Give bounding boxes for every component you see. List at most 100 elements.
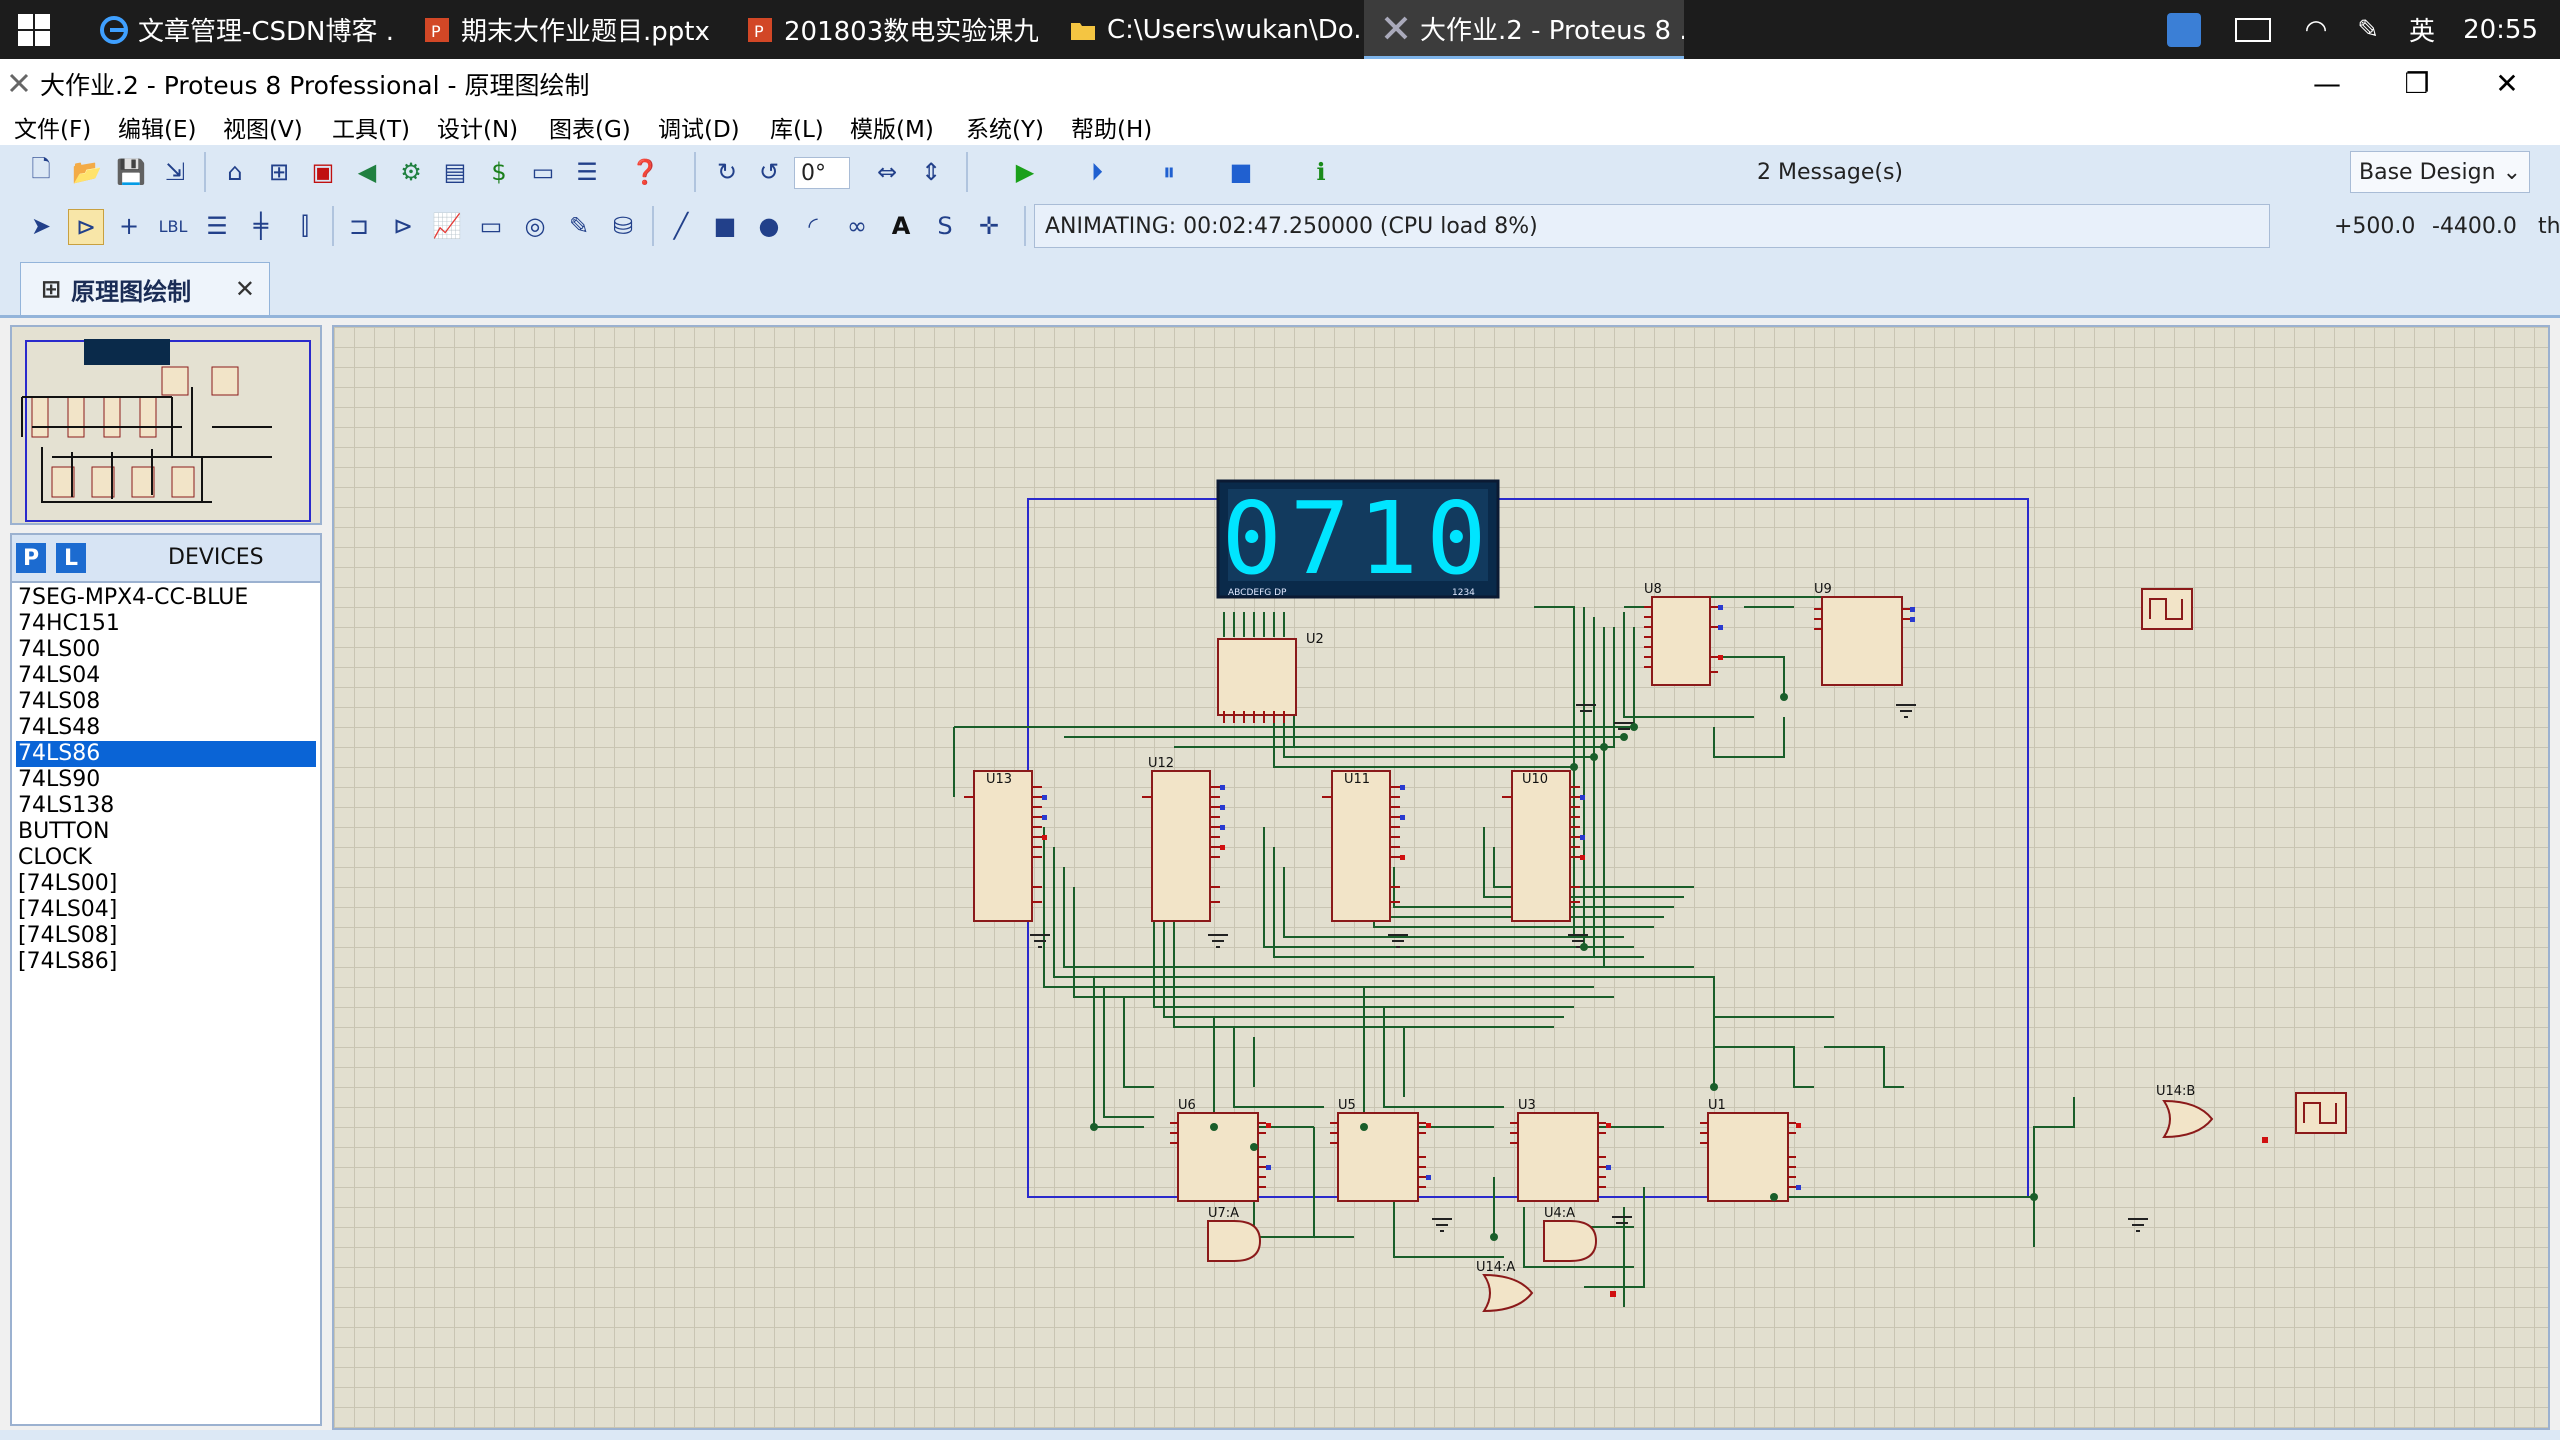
display-digits: 0710 (1222, 480, 1495, 597)
generator-icon[interactable]: ◎ (518, 209, 552, 243)
list-item[interactable]: [74LS08] (16, 923, 316, 949)
mirror-vertical-icon[interactable]: ⇕ (914, 155, 948, 189)
list-item[interactable]: BUTTON (16, 819, 316, 845)
pause-icon[interactable]: ⏸ (1152, 155, 1186, 189)
menu-system[interactable]: 系统(Y) (966, 110, 1044, 144)
menu-graph[interactable]: 图表(G) (549, 110, 631, 144)
terminal-icon[interactable]: ⊐ (342, 209, 376, 243)
help-icon[interactable]: ❓ (628, 155, 662, 189)
menu-template[interactable]: 模版(M) (850, 110, 934, 144)
circle-icon[interactable]: ● (752, 209, 786, 243)
library-manager-button[interactable]: L (56, 543, 86, 573)
junction-icon[interactable]: + (112, 209, 146, 243)
menu-debug[interactable]: 调试(D) (658, 110, 740, 144)
overview-window[interactable] (10, 325, 322, 525)
open-folder-icon[interactable]: 📂 (70, 155, 104, 189)
taskbar-item-pptx-1[interactable]: P 期末大作业题目.pptx ... (405, 0, 715, 59)
list-item[interactable]: 74LS138 (16, 793, 316, 819)
rotate-ccw-icon[interactable]: ↺ (752, 155, 786, 189)
menu-view[interactable]: 视图(V) (223, 110, 303, 144)
battery-icon[interactable] (2234, 17, 2271, 42)
tape-icon[interactable]: ▭ (474, 209, 508, 243)
list-item[interactable]: [74LS04] (16, 897, 316, 923)
import-icon[interactable]: ⇲ (158, 155, 192, 189)
list-item[interactable]: 74LS48 (16, 715, 316, 741)
list-item-selected[interactable]: 74LS86 (16, 741, 316, 767)
design-select[interactable]: Base Design ⌄ (2350, 151, 2530, 193)
list-item[interactable]: 74LS00 (16, 637, 316, 663)
tab-schematic[interactable]: ⊞ 原理图绘制 ✕ (20, 262, 270, 315)
subcircuit-icon[interactable]: ⫿ (288, 209, 322, 243)
list-item[interactable]: 74LS04 (16, 663, 316, 689)
probe-icon[interactable]: ✎ (562, 209, 596, 243)
bom-icon[interactable]: $ (482, 155, 516, 189)
graph-icon[interactable]: 📈 (430, 209, 464, 243)
menu-edit[interactable]: 编辑(E) (118, 110, 196, 144)
3d-view-icon[interactable]: ◀ (350, 155, 384, 189)
line-icon[interactable]: ╱ (664, 209, 698, 243)
svg-text:U14:B: U14:B (2156, 1084, 2195, 1099)
path-icon[interactable]: ∞ (840, 209, 874, 243)
list-item[interactable]: [74LS00] (16, 871, 316, 897)
notes-icon[interactable]: ☰ (570, 155, 604, 189)
notification-icon[interactable] (2166, 12, 2201, 47)
marker-icon[interactable]: ✛ (972, 209, 1006, 243)
clock[interactable]: 20:55 (2463, 15, 2538, 45)
box-icon[interactable]: ■ (708, 209, 742, 243)
minimize-button[interactable]: — (2282, 59, 2372, 107)
list-item[interactable]: 74LS90 (16, 767, 316, 793)
select-arrow-icon[interactable]: ➤ (24, 209, 58, 243)
menu-help[interactable]: 帮助(H) (1071, 110, 1152, 144)
restore-button[interactable]: ❐ (2372, 59, 2462, 107)
design-explorer-icon[interactable]: ▤ (438, 155, 472, 189)
messages-indicator[interactable]: 2 Message(s) (1340, 151, 2320, 193)
component-mode-icon[interactable]: ⊳ (68, 209, 104, 245)
new-file-icon[interactable]: 🗋 (24, 155, 58, 189)
taskbar-item-csdn[interactable]: 文章管理-CSDN博客 ... (82, 0, 392, 59)
gerber-icon[interactable]: ⚙ (394, 155, 428, 189)
pin-icon[interactable]: ⊳ (386, 209, 420, 243)
source-code-icon[interactable]: ▭ (526, 155, 560, 189)
text-script-icon[interactable]: ☰ (200, 209, 234, 243)
pen-icon[interactable]: ✎ (2357, 15, 2379, 45)
symbol-icon[interactable]: S (928, 209, 962, 243)
arc-icon[interactable]: ◜ (796, 209, 830, 243)
schematic-icon[interactable]: ⊞ (262, 155, 296, 189)
device-list[interactable]: 7SEG-MPX4-CC-BLUE 74HC151 74LS00 74LS04 … (10, 583, 322, 1426)
rotate-cw-icon[interactable]: ↻ (710, 155, 744, 189)
list-item[interactable]: [74LS86] (16, 949, 316, 975)
list-item[interactable]: 74LS08 (16, 689, 316, 715)
list-item[interactable]: CLOCK (16, 845, 316, 871)
rotation-input[interactable]: 0° (794, 157, 850, 189)
menu-tools[interactable]: 工具(T) (332, 110, 410, 144)
close-icon[interactable]: ✕ (235, 275, 255, 303)
pick-devices-button[interactable]: P (16, 543, 46, 573)
wire-label-icon[interactable]: LBL (156, 209, 190, 243)
info-icon[interactable]: ℹ (1304, 155, 1338, 189)
instrument-icon[interactable]: ⛁ (606, 209, 640, 243)
text-icon[interactable]: A (884, 209, 918, 243)
step-icon[interactable]: ⏵ (1080, 155, 1114, 189)
save-icon[interactable]: 💾 (114, 155, 148, 189)
gate-u14b (2162, 1099, 2214, 1139)
schematic-canvas[interactable]: 0710 ABCDEFG DP 1234 U8 U9 U2 U13 U12 U1… (332, 325, 2550, 1430)
menu-library[interactable]: 库(L) (770, 110, 824, 144)
windows-start-icon[interactable] (18, 14, 50, 46)
menu-file[interactable]: 文件(F) (14, 110, 91, 144)
list-item[interactable]: 74HC151 (16, 611, 316, 637)
taskbar-item-pptx-2[interactable]: P 201803数电实验课九... (728, 0, 1038, 59)
home-icon[interactable]: ⌂ (218, 155, 252, 189)
play-icon[interactable]: ▶ (1008, 155, 1042, 189)
menu-design[interactable]: 设计(N) (437, 110, 518, 144)
taskbar-item-explorer[interactable]: C:\Users\wukan\Do... (1051, 0, 1361, 59)
svg-text:P: P (754, 22, 764, 41)
list-item[interactable]: 7SEG-MPX4-CC-BLUE (16, 585, 316, 611)
stop-icon[interactable]: ■ (1224, 155, 1258, 189)
ime-indicator[interactable]: 英 (2409, 11, 2435, 48)
wifi-icon[interactable]: ◠ (2305, 15, 2328, 45)
bus-icon[interactable]: ╪ (244, 209, 278, 243)
pcb-icon[interactable]: ▣ (306, 155, 340, 189)
mirror-horizontal-icon[interactable]: ⇔ (870, 155, 904, 189)
close-button[interactable]: ✕ (2462, 59, 2552, 107)
taskbar-item-proteus[interactable]: 大作业.2 - Proteus 8 ... (1364, 0, 1684, 59)
